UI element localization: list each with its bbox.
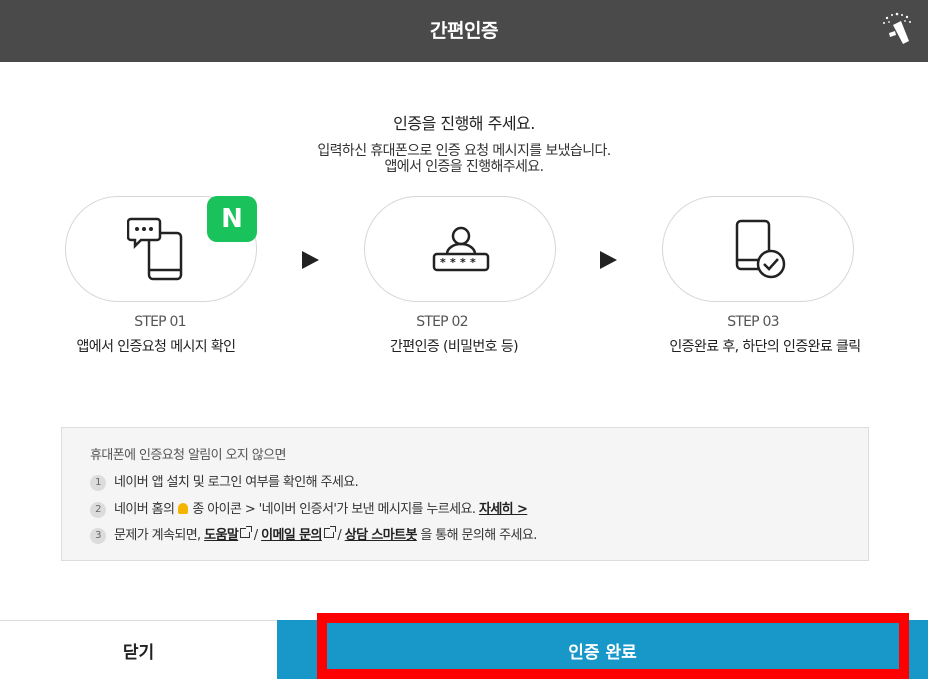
email-inquiry-link[interactable]: 이메일 문의	[261, 528, 322, 543]
step-number-badge: 1	[90, 475, 106, 491]
step-number-badge: 3	[90, 528, 106, 544]
step-3-description: 인증완료 후, 하단의 인증완료 클릭	[669, 339, 861, 355]
svg-text:*: *	[470, 256, 476, 269]
intro-title: 인증을 진행해 주세요.	[393, 114, 535, 133]
user-password-icon: * * * *	[432, 226, 490, 272]
help-notice-title: 휴대폰에 인증요청 알림이 오지 않으면	[90, 448, 286, 463]
step-2-number: STEP 02	[416, 314, 468, 330]
wand-sparkle-icon[interactable]	[879, 11, 915, 47]
step-3-number: STEP 03	[727, 314, 779, 330]
intro-line-2: 앱에서 인증을 진행해주세요.	[384, 159, 545, 175]
close-button[interactable]: 닫기	[0, 620, 277, 679]
arrow-icon	[600, 251, 617, 269]
help-notice-box: 휴대폰에 인증요청 알림이 오지 않으면 1 네이버 앱 설치 및 로그인 여부를…	[61, 427, 869, 561]
smartbot-link[interactable]: 상담 스마트봇	[345, 528, 418, 543]
step-1-description: 앱에서 인증요청 메시지 확인	[76, 339, 237, 355]
page-title: 간편인증	[430, 20, 498, 42]
external-link-icon	[240, 526, 253, 538]
step-number-badge: 2	[90, 502, 106, 518]
naver-logo-icon: N	[207, 196, 257, 242]
svg-text:*: *	[450, 256, 456, 269]
external-link-icon	[323, 526, 336, 538]
arrow-icon	[302, 251, 319, 269]
help-item-2: 2 네이버 홈의 종 아이콘 > '네이버 인증서'가 보낸 메시지를 누르세요. …	[90, 498, 528, 518]
help-item-3: 3 문제가 계속되면, 도움말 / 이메일 문의 / 상담 스마트봇 을 통해 문…	[90, 524, 537, 544]
bell-icon	[178, 503, 189, 514]
chat-phone-icon	[127, 217, 183, 281]
help-item-1: 1 네이버 앱 설치 및 로그인 여부를 확인해 주세요.	[90, 471, 359, 491]
svg-text:*: *	[460, 256, 466, 269]
help-link[interactable]: 도움말	[204, 528, 239, 543]
step-3-circle	[662, 196, 854, 302]
bottom-action-bar: 닫기 인증 완료	[0, 620, 928, 679]
complete-auth-button[interactable]: 인증 완료	[277, 620, 928, 679]
step-2-description: 간편인증 (비밀번호 등)	[390, 339, 519, 355]
phone-check-icon	[735, 219, 786, 279]
step-2-circle: * * * *	[364, 196, 556, 302]
step-1-number: STEP 01	[134, 314, 186, 330]
details-link[interactable]: 자세히 >	[479, 502, 528, 517]
header: 간편인증	[0, 0, 928, 62]
svg-text:*: *	[440, 256, 446, 269]
